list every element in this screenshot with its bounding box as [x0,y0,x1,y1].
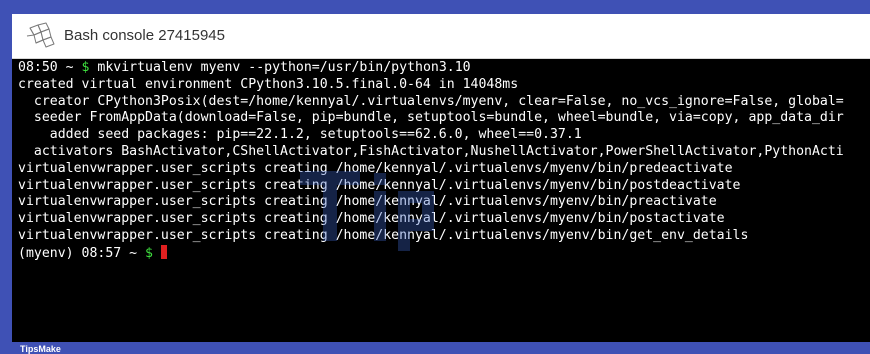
terminal-cursor [160,244,167,259]
terminal-line: activators BashActivator,CShellActivator… [18,144,844,161]
terminal-output[interactable]: 08:50 ~ $ mkvirtualenv myenv --python=/u… [12,59,870,342]
console-title: Bash console 27415945 [64,27,225,44]
terminal-line: virtualenvwrapper.user_scripts creating … [18,161,844,178]
terminal-command-text [153,246,161,261]
terminal-line: virtualenvwrapper.user_scripts creating … [18,178,844,195]
terminal-command-text: mkvirtualenv myenv --python=/usr/bin/pyt… [89,60,471,75]
terminal-line: seeder FromAppData(download=False, pip=b… [18,110,844,127]
terminal-line-text: virtualenvwrapper.user_scripts creating … [18,177,741,193]
terminal-line-text: 08:50 ~ [18,60,82,75]
terminal-line-text: seeder FromAppData(download=False, pip=b… [18,110,844,126]
python-anywhere-logo-icon [26,22,55,48]
terminal-line-text: added seed packages: pip==22.1.2, setupt… [18,127,582,143]
prompt-symbol: $ [145,245,153,261]
console-window: Bash console 27415945 08:50 ~ $ mkvirtua… [12,14,870,342]
terminal-line: 08:50 ~ $ mkvirtualenv myenv --python=/u… [18,60,844,77]
terminal-line-text: virtualenvwrapper.user_scripts creating … [18,227,749,243]
terminal-line-text: activators BashActivator,CShellActivator… [18,143,844,159]
terminal-line: added seed packages: pip==22.1.2, setupt… [18,127,844,144]
terminal-line: (myenv) 08:57 ~ $ [18,244,844,262]
terminal-line: virtualenvwrapper.user_scripts creating … [18,228,844,245]
terminal-line-text: virtualenvwrapper.user_scripts creating … [18,160,733,176]
terminal-line-text: virtualenvwrapper.user_scripts creating … [18,211,725,227]
terminal-line: virtualenvwrapper.user_scripts creating … [18,211,844,228]
terminal-line: creator CPython3Posix(dest=/home/kennyal… [18,94,844,111]
terminal-line: virtualenvwrapper.user_scripts creating … [18,194,844,211]
terminal-lines: 08:50 ~ $ mkvirtualenv myenv --python=/u… [18,60,844,262]
console-header: Bash console 27415945 [12,14,870,59]
footer-brand: TipsMake [20,344,61,354]
terminal-line-text: virtualenvwrapper.user_scripts creating … [18,194,717,210]
terminal-line: created virtual environment CPython3.10.… [18,77,844,94]
terminal-line-text: creator CPython3Posix(dest=/home/kennyal… [18,93,844,109]
terminal-line-text: created virtual environment CPython3.10.… [18,76,519,92]
terminal-line-text: (myenv) 08:57 ~ [18,245,146,261]
